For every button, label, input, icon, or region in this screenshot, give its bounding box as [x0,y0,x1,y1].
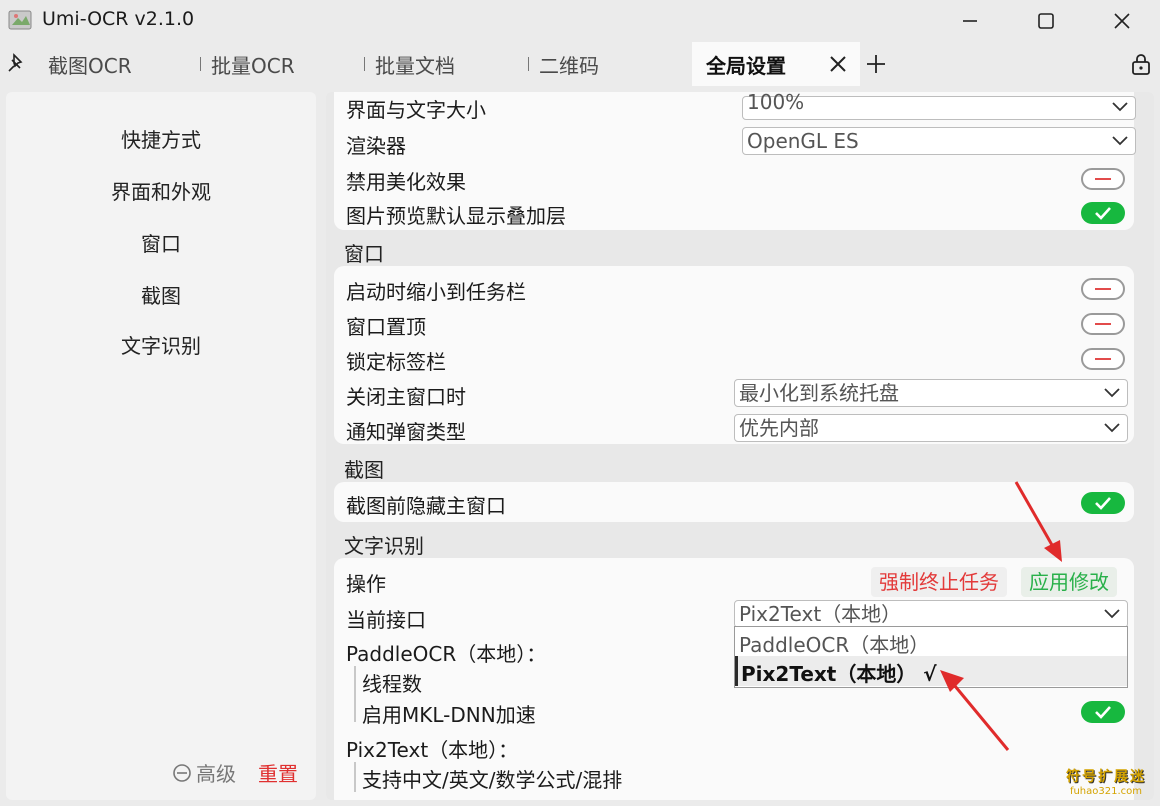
tab-label: 截图OCR [48,53,132,78]
sidebar-item-window[interactable]: 窗口 [6,228,316,257]
reset-button[interactable]: 重置 [258,758,298,787]
notify-type-select[interactable]: 优先内部 [734,414,1128,442]
mkl-toggle[interactable] [1081,701,1125,723]
notify-type-value: 优先内部 [739,416,819,440]
window-card: 启动时缩小到任务栏 窗口置顶 锁定标签栏 关闭主窗口时 最小化到系统托盘 通知弹… [334,266,1134,444]
pix2text-header: Pix2Text（本地）： [346,738,519,762]
sidebar-item-ocr[interactable]: 文字识别 [6,330,316,359]
preview-overlay-label: 图片预览默认显示叠加层 [346,204,566,228]
tab-label: 批量文档 [375,53,455,78]
settings-panel: 界面与文字大小 100% 渲染器 OpenGL ES 禁用美化效果 图片预览默认… [326,92,1154,800]
annotation-arrow-icon [940,670,1010,751]
pix2text-desc: 支持中文/英文/数学公式/混排 [362,768,623,792]
section-title-window: 窗口 [344,242,384,266]
indent-bar [354,666,356,722]
section-title-screenshot: 截图 [344,458,384,482]
tab-label: 全局设置 [706,53,786,78]
minimize-on-start-label: 启动时缩小到任务栏 [346,280,526,304]
annotation-arrow-icon [1014,481,1062,562]
app-logo-icon [8,10,32,30]
check-icon [1095,207,1111,220]
paddle-header: PaddleOCR（本地）： [346,642,547,666]
tab-label: 批量OCR [211,53,295,78]
tab-batch-docs[interactable]: 批量文档 [364,42,455,86]
lock-icon[interactable] [1130,52,1152,76]
minimize-button[interactable] [940,0,1000,42]
chevron-down-icon [1112,136,1128,146]
lock-tabbar-toggle[interactable] [1081,348,1125,370]
always-on-top-toggle[interactable] [1081,313,1125,335]
watermark-title: 符号扩展迷 [1066,769,1146,785]
tab-screenshot-ocr[interactable]: 截图OCR [48,42,132,86]
chevron-down-icon [1112,102,1128,112]
interface-dropdown: PaddleOCR（本地） Pix2Text（本地） √ [734,626,1128,688]
interface-select[interactable]: Pix2Text（本地） [734,600,1128,628]
threads-label: 线程数 [362,672,422,696]
notify-type-label: 通知弹窗类型 [346,420,466,444]
tab-separator [364,57,365,71]
pin-icon[interactable] [6,52,28,74]
close-icon [1114,13,1130,29]
sidebar-item-screenshot[interactable]: 截图 [6,280,316,309]
check-icon [1095,497,1111,510]
force-stop-button[interactable]: 强制终止任务 [871,567,1007,597]
tab-batch-ocr[interactable]: 批量OCR [200,42,295,86]
lock-tabbar-label: 锁定标签栏 [346,350,446,374]
minimize-on-start-toggle[interactable] [1081,278,1125,300]
minus-circle-icon[interactable] [172,763,192,783]
interface-value: Pix2Text（本地） [739,602,902,626]
add-tab-icon[interactable] [864,52,888,76]
ui-scale-value: 100% [747,92,805,114]
title-bar: Umi-OCR v2.1.0 [0,0,1160,42]
sidebar-item-shortcuts[interactable]: 快捷方式 [6,124,316,153]
check-icon [1095,706,1111,719]
mkl-label: 启用MKL-DNN加速 [362,703,536,727]
chevron-down-icon [1104,388,1120,398]
ui-scale-select[interactable]: 100% [742,92,1136,120]
advanced-toggle[interactable]: 高级 [196,758,236,787]
maximize-button[interactable] [1016,0,1076,42]
appearance-card: 界面与文字大小 100% 渲染器 OpenGL ES 禁用美化效果 图片预览默认… [334,92,1136,230]
dropdown-option-paddleocr[interactable]: PaddleOCR（本地） [739,629,929,658]
apply-changes-button[interactable]: 应用修改 [1021,567,1117,597]
tab-label: 二维码 [539,53,599,78]
ui-scale-label: 界面与文字大小 [346,98,486,122]
watermark: 符号扩展迷 fuhao321.com [1056,766,1156,797]
renderer-value: OpenGL ES [747,129,859,153]
app-title: Umi-OCR v2.1.0 [42,8,195,30]
tab-bar: 截图OCR 批量OCR 批量文档 二维码 全局设置 [0,42,1160,86]
always-on-top-label: 窗口置顶 [346,315,426,339]
tab-separator [528,57,529,71]
sidebar-item-appearance[interactable]: 界面和外观 [6,176,316,205]
on-close-select[interactable]: 最小化到系统托盘 [734,379,1128,407]
tab-close-icon[interactable] [826,52,850,76]
renderer-label: 渲染器 [346,134,406,158]
close-window-button[interactable] [1092,0,1152,42]
tab-separator [200,57,201,71]
action-label: 操作 [346,572,386,596]
disable-effects-toggle[interactable] [1081,168,1125,190]
section-title-ocr: 文字识别 [344,534,424,558]
renderer-select[interactable]: OpenGL ES [742,127,1136,155]
tab-qrcode[interactable]: 二维码 [528,42,599,86]
maximize-icon [1038,13,1054,29]
hide-main-toggle[interactable] [1081,492,1125,514]
sidebar-footer: 高级 重置 [172,758,298,787]
settings-sidebar: 快捷方式 界面和外观 窗口 截图 文字识别 高级 重置 [6,92,316,800]
on-close-value: 最小化到系统托盘 [739,381,899,405]
chevron-down-icon [1104,609,1120,619]
minimize-icon [963,20,977,22]
dropdown-option-label: Pix2Text（本地） √ [741,662,937,686]
interface-label: 当前接口 [346,608,426,632]
chevron-down-icon [1104,423,1120,433]
hide-main-label: 截图前隐藏主窗口 [346,494,506,518]
on-close-label: 关闭主窗口时 [346,385,466,409]
preview-overlay-toggle[interactable] [1081,202,1125,224]
dropdown-option-pix2text[interactable]: Pix2Text（本地） √ [735,656,1127,686]
watermark-url: fuhao321.com [1069,786,1143,797]
disable-effects-label: 禁用美化效果 [346,170,466,194]
indent-bar [354,762,356,792]
